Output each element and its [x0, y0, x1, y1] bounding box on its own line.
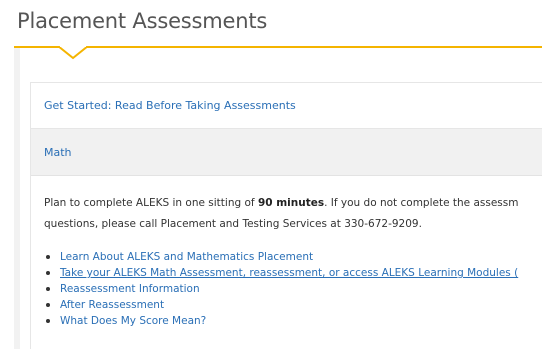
math-accordion-label[interactable]: Math	[44, 146, 72, 159]
learn-about-aleks-link[interactable]: Learn About ALEKS and Mathematics Placem…	[60, 251, 313, 263]
list-item: Reassessment Information	[44, 281, 542, 297]
bullet-icon	[46, 287, 50, 291]
score-meaning-link[interactable]: What Does My Score Mean?	[60, 315, 206, 327]
bullet-icon	[46, 319, 50, 323]
intro-prefix: Plan to complete ALEKS in one sitting of	[44, 197, 258, 209]
page-title: Placement Assessments	[17, 9, 268, 33]
list-item: Learn About ALEKS and Mathematics Placem…	[44, 249, 542, 265]
intro-duration: 90 minutes	[257, 197, 325, 209]
math-intro-text: Plan to complete ALEKS in one sitting of…	[44, 193, 542, 235]
page: Placement Assessments Get Started: Read …	[0, 0, 542, 349]
math-links-list: Learn About ALEKS and Mathematics Placem…	[44, 249, 542, 329]
get-started-link[interactable]: Get Started: Read Before Taking Assessme…	[44, 99, 296, 112]
accordion-item-math[interactable]: Math	[31, 129, 542, 176]
title-underline-accent	[14, 46, 542, 48]
list-item: What Does My Score Mean?	[44, 313, 542, 329]
take-aleks-assessment-link[interactable]: Take your ALEKS Math Assessment, reasses…	[60, 267, 518, 279]
bullet-icon	[46, 255, 50, 259]
math-intro-line-1: Plan to complete ALEKS in one sitting of…	[44, 193, 542, 214]
accordion-item-get-started[interactable]: Get Started: Read Before Taking Assessme…	[31, 83, 542, 129]
bullet-icon	[46, 271, 50, 275]
list-item: After Reassessment	[44, 297, 542, 313]
reassessment-information-link[interactable]: Reassessment Information	[60, 283, 200, 295]
after-reassessment-link[interactable]: After Reassessment	[60, 299, 164, 311]
intro-suffix: . If you do not complete the assessm	[324, 197, 519, 209]
left-gutter	[14, 48, 20, 349]
bullet-icon	[46, 303, 50, 307]
list-item: Take your ALEKS Math Assessment, reasses…	[44, 265, 542, 281]
math-intro-line-2: questions, please call Placement and Tes…	[44, 218, 422, 230]
accordion-panel: Get Started: Read Before Taking Assessme…	[30, 82, 542, 349]
